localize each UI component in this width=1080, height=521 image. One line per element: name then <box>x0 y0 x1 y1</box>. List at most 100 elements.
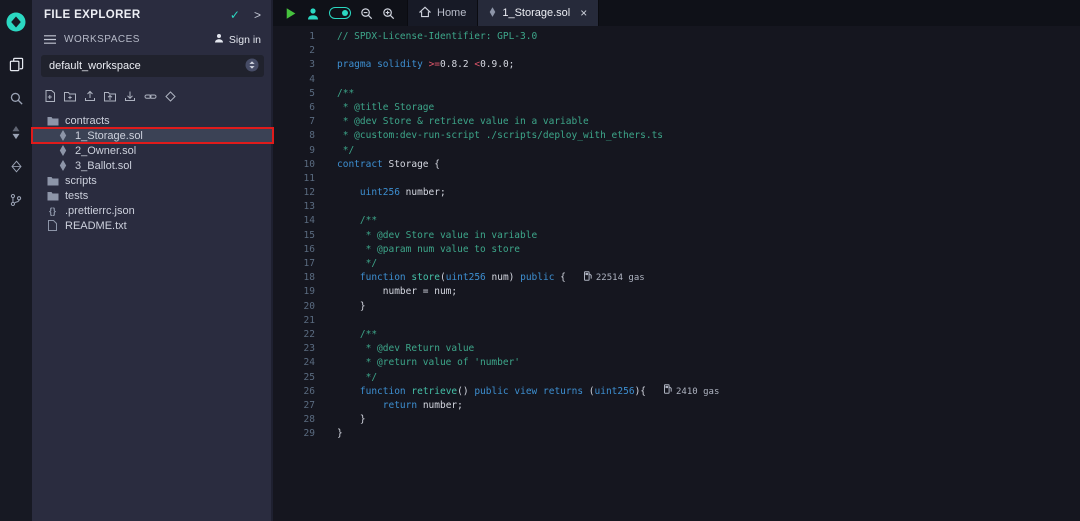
solidity-file-icon <box>489 7 496 20</box>
tree-item-contracts[interactable]: contracts <box>32 113 273 128</box>
git-icon[interactable] <box>0 183 32 217</box>
tree-item-1_Storage.sol[interactable]: 1_Storage.sol <box>32 128 273 143</box>
zoom-out-button[interactable] <box>360 7 373 20</box>
code-line-24[interactable]: 24 * @return value of 'number' <box>273 356 1080 370</box>
code-line-3[interactable]: 3pragma solidity >=0.8.2 <0.9.0; <box>273 58 1080 72</box>
code-line-13[interactable]: 13 <box>273 200 1080 214</box>
deploy-run-icon[interactable] <box>0 149 32 183</box>
code-line-28[interactable]: 28 } <box>273 413 1080 427</box>
search-icon[interactable] <box>0 81 32 115</box>
new-folder-icon[interactable] <box>64 91 76 102</box>
solidity-compiler-icon[interactable] <box>0 115 32 149</box>
line-number[interactable]: 17 <box>273 257 331 271</box>
line-number[interactable]: 4 <box>273 73 331 87</box>
tree-item-label: 3_Ballot.sol <box>75 160 132 172</box>
code-line-12[interactable]: 12 uint256 number; <box>273 186 1080 200</box>
line-number[interactable]: 18 <box>273 271 331 285</box>
code-line-7[interactable]: 7 * @dev Store & retrieve value in a var… <box>273 115 1080 129</box>
line-number[interactable]: 27 <box>273 399 331 413</box>
code-text: return number; <box>331 399 463 413</box>
code-line-25[interactable]: 25 */ <box>273 371 1080 385</box>
tab-home[interactable]: Home <box>407 0 478 26</box>
new-file-icon[interactable] <box>45 90 56 102</box>
line-number[interactable]: 25 <box>273 371 331 385</box>
code-text: */ <box>331 371 377 385</box>
line-number[interactable]: 16 <box>273 243 331 257</box>
line-number[interactable]: 26 <box>273 385 331 399</box>
line-number[interactable]: 5 <box>273 87 331 101</box>
workspaces-menu-icon[interactable] <box>44 35 56 44</box>
line-number[interactable]: 9 <box>273 144 331 158</box>
line-number[interactable]: 12 <box>273 186 331 200</box>
line-number[interactable]: 7 <box>273 115 331 129</box>
code-line-5[interactable]: 5/** <box>273 87 1080 101</box>
code-line-4[interactable]: 4 <box>273 73 1080 87</box>
sign-in-button[interactable]: Sign in <box>214 33 261 46</box>
zoom-in-button[interactable] <box>382 7 395 20</box>
code-editor[interactable]: 1// SPDX-License-Identifier: GPL-3.023pr… <box>273 26 1080 521</box>
line-number[interactable]: 21 <box>273 314 331 328</box>
code-line-29[interactable]: 29} <box>273 427 1080 441</box>
line-number[interactable]: 19 <box>273 285 331 299</box>
code-line-11[interactable]: 11 <box>273 172 1080 186</box>
line-number[interactable]: 15 <box>273 229 331 243</box>
upload-file-icon[interactable] <box>84 90 96 102</box>
code-line-17[interactable]: 17 */ <box>273 257 1080 271</box>
gist-icon[interactable] <box>165 91 176 102</box>
line-number[interactable]: 2 <box>273 44 331 58</box>
panel-resize-handle[interactable] <box>271 0 273 521</box>
line-number[interactable]: 28 <box>273 413 331 427</box>
line-number[interactable]: 24 <box>273 356 331 370</box>
tree-item-.prettierrc.json[interactable]: {}.prettierrc.json <box>32 203 273 218</box>
upload-folder-icon[interactable] <box>104 91 116 102</box>
line-number[interactable]: 22 <box>273 328 331 342</box>
line-number[interactable]: 29 <box>273 427 331 441</box>
workspace-dropdown[interactable]: default_workspace <box>41 55 264 77</box>
code-line-18[interactable]: 18 function store(uint256 num) public {2… <box>273 271 1080 285</box>
code-line-15[interactable]: 15 * @dev Store value in variable <box>273 229 1080 243</box>
code-line-1[interactable]: 1// SPDX-License-Identifier: GPL-3.0 <box>273 30 1080 44</box>
download-icon[interactable] <box>124 90 136 102</box>
run-script-button[interactable] <box>284 7 297 20</box>
line-number[interactable]: 20 <box>273 300 331 314</box>
line-number[interactable]: 14 <box>273 214 331 228</box>
check-icon[interactable]: ✓ <box>230 8 240 22</box>
code-line-16[interactable]: 16 * @param num value to store <box>273 243 1080 257</box>
remix-logo-icon[interactable] <box>0 5 32 39</box>
code-line-19[interactable]: 19 number = num; <box>273 285 1080 299</box>
line-number[interactable]: 11 <box>273 172 331 186</box>
line-number[interactable]: 8 <box>273 129 331 143</box>
code-line-27[interactable]: 27 return number; <box>273 399 1080 413</box>
file-explorer-icon[interactable] <box>0 47 32 81</box>
tab-1-storage-sol[interactable]: 1_Storage.sol × <box>478 0 599 26</box>
line-number[interactable]: 23 <box>273 342 331 356</box>
copilot-toggle[interactable] <box>329 7 351 19</box>
code-line-9[interactable]: 9 */ <box>273 144 1080 158</box>
ai-assistant-icon[interactable] <box>306 7 320 20</box>
tree-item-README.txt[interactable]: README.txt <box>32 218 273 233</box>
code-line-2[interactable]: 2 <box>273 44 1080 58</box>
tab-home-label: Home <box>437 7 466 19</box>
code-line-22[interactable]: 22 /** <box>273 328 1080 342</box>
tree-item-tests[interactable]: tests <box>32 188 273 203</box>
tree-item-3_Ballot.sol[interactable]: 3_Ballot.sol <box>32 158 273 173</box>
link-icon[interactable] <box>144 91 157 102</box>
line-number[interactable]: 1 <box>273 30 331 44</box>
code-line-20[interactable]: 20 } <box>273 300 1080 314</box>
line-number[interactable]: 3 <box>273 58 331 72</box>
code-line-6[interactable]: 6 * @title Storage <box>273 101 1080 115</box>
tree-item-scripts[interactable]: scripts <box>32 173 273 188</box>
line-number[interactable]: 13 <box>273 200 331 214</box>
code-line-23[interactable]: 23 * @dev Return value <box>273 342 1080 356</box>
code-line-26[interactable]: 26 function retrieve() public view retur… <box>273 385 1080 399</box>
line-number[interactable]: 10 <box>273 158 331 172</box>
chevron-right-icon[interactable]: > <box>254 8 261 22</box>
sol-icon <box>55 160 70 171</box>
tree-item-2_Owner.sol[interactable]: 2_Owner.sol <box>32 143 273 158</box>
code-line-10[interactable]: 10contract Storage { <box>273 158 1080 172</box>
code-line-14[interactable]: 14 /** <box>273 214 1080 228</box>
close-tab-icon[interactable]: × <box>580 7 587 19</box>
code-line-8[interactable]: 8 * @custom:dev-run-script ./scripts/dep… <box>273 129 1080 143</box>
line-number[interactable]: 6 <box>273 101 331 115</box>
code-line-21[interactable]: 21 <box>273 314 1080 328</box>
